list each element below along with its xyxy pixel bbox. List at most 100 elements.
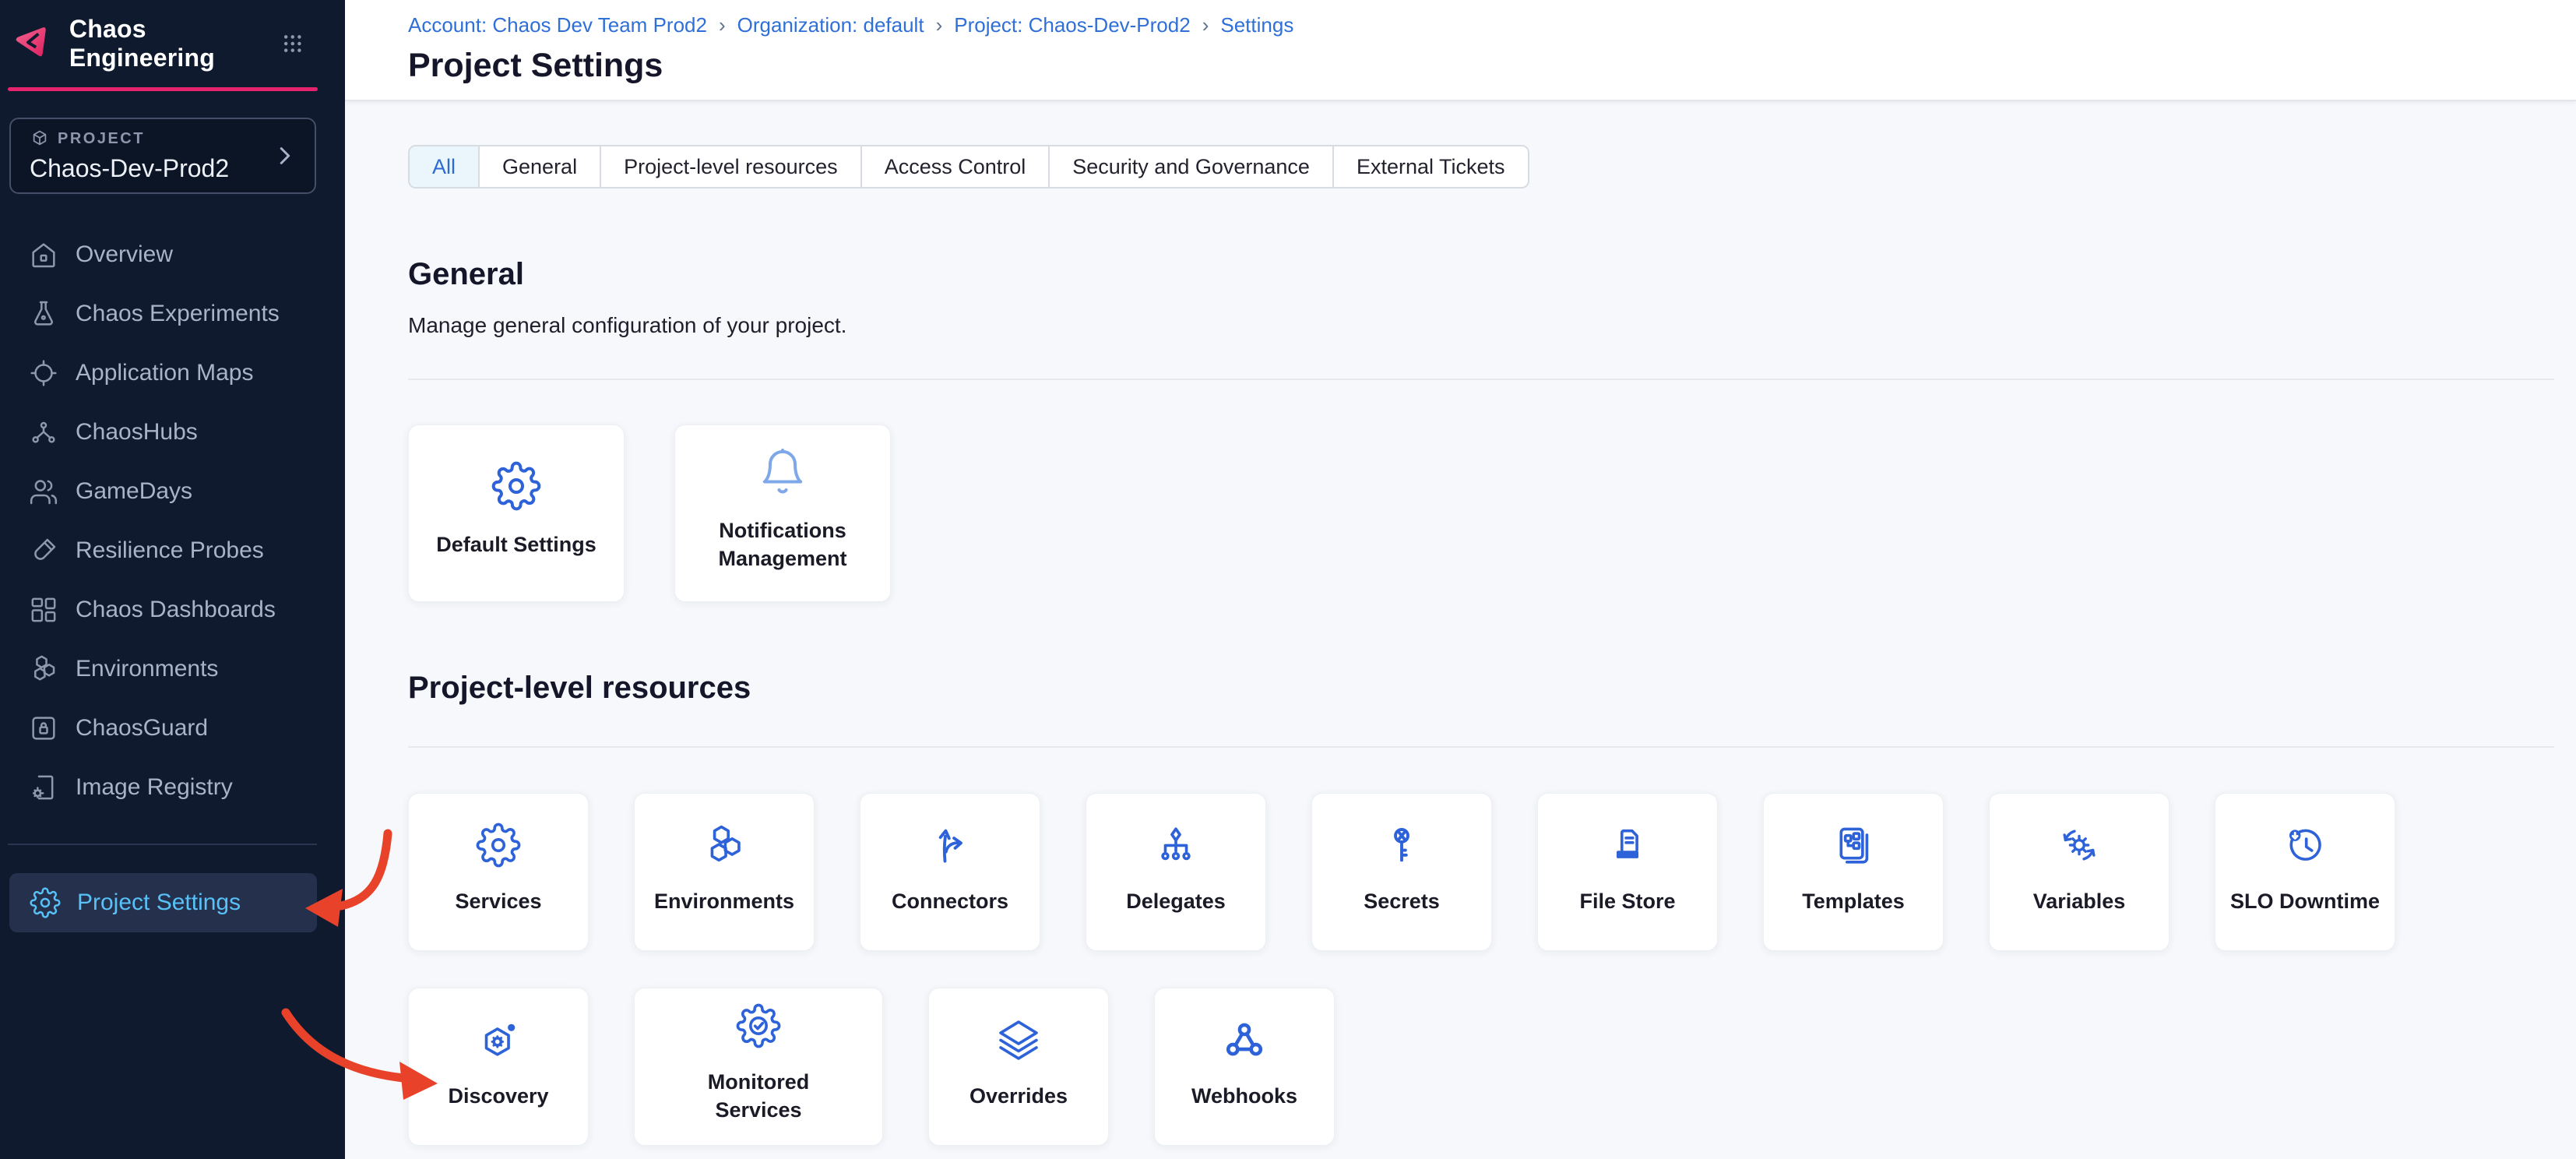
sidebar: Chaos Engineering PROJECT Chaos-Dev-Prod… bbox=[0, 0, 345, 1159]
sidebar-item-environments[interactable]: Environments bbox=[0, 639, 345, 699]
tab-security-and-governance[interactable]: Security and Governance bbox=[1050, 146, 1334, 187]
sidebar-item-label: ChaosGuard bbox=[76, 715, 208, 742]
sidebar-item-label: ChaosHubs bbox=[76, 419, 198, 446]
project-selector-label: PROJECT bbox=[58, 130, 145, 148]
hub-icon bbox=[28, 417, 59, 448]
sidebar-item-gamedays[interactable]: GameDays bbox=[0, 462, 345, 521]
tab-all[interactable]: All bbox=[410, 146, 480, 187]
webhook-icon bbox=[1222, 1017, 1267, 1062]
card-label: Secrets bbox=[1364, 888, 1440, 916]
key-icon bbox=[1379, 823, 1424, 868]
file-store-icon bbox=[1605, 823, 1650, 868]
card-variables[interactable]: Variables bbox=[1989, 793, 2170, 951]
card-discovery[interactable]: Discovery bbox=[408, 988, 589, 1146]
discovery-hexagon-icon bbox=[476, 1017, 521, 1062]
probe-icon bbox=[28, 535, 59, 566]
card-label: Monitored Services bbox=[679, 1069, 839, 1124]
card-default-settings[interactable]: Default Settings bbox=[408, 424, 625, 602]
card-label: Services bbox=[455, 888, 541, 916]
sidebar-item-label: Overview bbox=[76, 241, 173, 268]
hexagons-icon bbox=[702, 823, 747, 868]
module-grid-icon[interactable] bbox=[281, 31, 304, 56]
sidebar-item-resilience-probes[interactable]: Resilience Probes bbox=[0, 521, 345, 580]
branch-arrows-icon bbox=[927, 823, 973, 868]
section-divider bbox=[408, 379, 2554, 380]
gear-icon bbox=[30, 887, 61, 918]
home-icon bbox=[28, 239, 59, 270]
breadcrumb-account[interactable]: Account: Chaos Dev Team Prod2 bbox=[408, 13, 707, 37]
breadcrumb-settings[interactable]: Settings bbox=[1220, 13, 1293, 37]
card-templates[interactable]: Templates bbox=[1763, 793, 1944, 951]
card-services[interactable]: Services bbox=[408, 793, 589, 951]
card-overrides[interactable]: Overrides bbox=[928, 988, 1109, 1146]
templates-icon bbox=[1831, 823, 1876, 868]
gear-check-icon bbox=[736, 1003, 781, 1048]
page-title: Project Settings bbox=[408, 47, 2576, 85]
main-area: Account: Chaos Dev Team Prod2 › Organiza… bbox=[345, 0, 2576, 1159]
tab-general[interactable]: General bbox=[480, 146, 601, 187]
card-file-store[interactable]: File Store bbox=[1537, 793, 1718, 951]
gear-icon bbox=[491, 461, 541, 511]
flask-icon bbox=[28, 298, 59, 329]
sidebar-item-chaosguard[interactable]: ChaosGuard bbox=[0, 699, 345, 758]
sidebar-item-project-settings[interactable]: Project Settings bbox=[9, 873, 317, 932]
card-slo-downtime[interactable]: SLO Downtime bbox=[2215, 793, 2395, 951]
sidebar-item-label: Application Maps bbox=[76, 360, 253, 386]
sidebar-item-label: Project Settings bbox=[77, 890, 241, 916]
chaos-engineering-app: Chaos Engineering PROJECT Chaos-Dev-Prod… bbox=[0, 0, 2576, 1159]
tab-access-control[interactable]: Access Control bbox=[862, 146, 1050, 187]
target-icon bbox=[28, 358, 59, 389]
tab-project-level-resources[interactable]: Project-level resources bbox=[601, 146, 862, 187]
project-selector[interactable]: PROJECT Chaos-Dev-Prod2 bbox=[9, 118, 316, 194]
app-title: Chaos Engineering bbox=[69, 15, 282, 72]
layers-icon bbox=[996, 1017, 1041, 1062]
dashboard-icon bbox=[28, 594, 59, 625]
sidebar-item-label: Image Registry bbox=[76, 774, 233, 801]
card-monitored-services[interactable]: Monitored Services bbox=[634, 988, 883, 1146]
breadcrumb-project[interactable]: Project: Chaos-Dev-Prod2 bbox=[954, 13, 1190, 37]
registry-icon bbox=[28, 772, 59, 803]
hexagons-icon bbox=[28, 653, 59, 685]
card-label: File Store bbox=[1579, 888, 1675, 916]
card-label: Webhooks bbox=[1191, 1083, 1297, 1111]
sidebar-item-label: Chaos Experiments bbox=[76, 301, 280, 327]
sidebar-item-application-maps[interactable]: Application Maps bbox=[0, 343, 345, 403]
card-connectors[interactable]: Connectors bbox=[860, 793, 1040, 951]
section-title-project-level-resources: Project-level resources bbox=[408, 671, 2576, 706]
sidebar-item-chaos-experiments[interactable]: Chaos Experiments bbox=[0, 284, 345, 343]
clock-downtime-icon bbox=[2282, 823, 2328, 868]
sidebar-item-overview[interactable]: Overview bbox=[0, 225, 345, 284]
card-environments[interactable]: Environments bbox=[634, 793, 815, 951]
sidebar-item-image-registry[interactable]: Image Registry bbox=[0, 758, 345, 817]
sidebar-header: Chaos Engineering bbox=[0, 0, 345, 87]
card-webhooks[interactable]: Webhooks bbox=[1154, 988, 1335, 1146]
project-name: Chaos-Dev-Prod2 bbox=[30, 154, 229, 183]
card-notifications-management[interactable]: Notifications Management bbox=[674, 424, 891, 602]
breadcrumb-organization[interactable]: Organization: default bbox=[737, 13, 924, 37]
tab-external-tickets[interactable]: External Tickets bbox=[1334, 146, 1528, 187]
resources-cards-row-1: Services Environments Connectors Delegat… bbox=[408, 793, 2576, 951]
card-label: Overrides bbox=[970, 1083, 1068, 1111]
breadcrumb-separator: › bbox=[1202, 13, 1209, 37]
card-delegates[interactable]: Delegates bbox=[1086, 793, 1266, 951]
sidebar-item-label: Environments bbox=[76, 656, 218, 682]
page-header: Account: Chaos Dev Team Prod2 › Organiza… bbox=[345, 0, 2576, 101]
card-label: Delegates bbox=[1126, 888, 1226, 916]
card-secrets[interactable]: Secrets bbox=[1311, 793, 1492, 951]
sidebar-item-chaos-dashboards[interactable]: Chaos Dashboards bbox=[0, 580, 345, 639]
card-label: Templates bbox=[1802, 888, 1905, 916]
users-icon bbox=[28, 476, 59, 507]
card-label: SLO Downtime bbox=[2230, 888, 2380, 916]
sidebar-divider bbox=[8, 844, 317, 845]
gear-icon bbox=[476, 823, 521, 868]
general-cards-row: Default Settings Notifications Managemen… bbox=[408, 424, 2576, 602]
card-label: Connectors bbox=[892, 888, 1008, 916]
cube-icon bbox=[30, 129, 50, 149]
gear-sync-icon bbox=[2057, 823, 2102, 868]
settings-tab-bar: All General Project-level resources Acce… bbox=[408, 145, 1529, 188]
section-divider bbox=[408, 746, 2554, 748]
sidebar-item-label: GameDays bbox=[76, 478, 192, 505]
sidebar-item-chaoshubs[interactable]: ChaosHubs bbox=[0, 403, 345, 462]
sidebar-nav: Overview Chaos Experiments Application M… bbox=[0, 225, 345, 817]
section-title-general: General bbox=[408, 257, 2576, 292]
